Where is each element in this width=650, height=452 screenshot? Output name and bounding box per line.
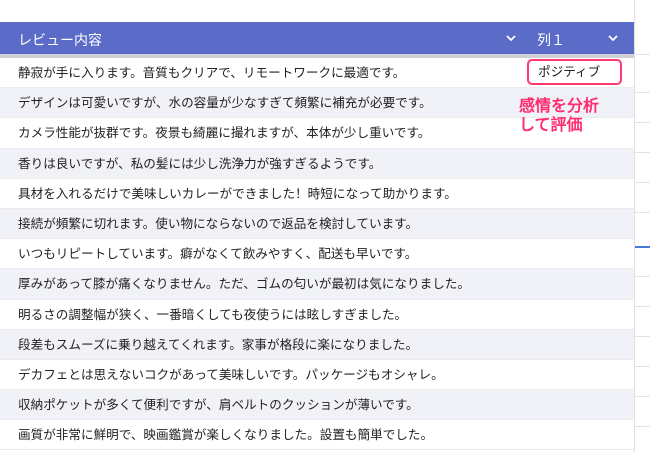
grid-line (635, 152, 650, 153)
review-cell[interactable]: 収納ポケットが多くて便利ですが、肩ベルトのクッションが薄いです。 (18, 390, 419, 420)
grid-line (635, 426, 650, 427)
review-cell[interactable]: 明るさの調整幅が狭く、一番暗くしても夜使うには眩しすぎました。 (18, 300, 407, 330)
table-row[interactable]: 香りは良いですが、私の髪には少し洗浄力が強すぎるようです。 (0, 148, 634, 179)
grid-line (635, 276, 650, 277)
review-cell[interactable]: カメラ性能が抜群です。夜景も綺麗に撮れますが、本体が少し重いです。 (18, 118, 430, 148)
table-row[interactable]: 収納ポケットが多くて便利ですが、肩ベルトのクッションが薄いです。 (0, 390, 634, 421)
review-cell[interactable]: 香りは良いですが、私の髪には少し洗浄力が強すぎるようです。 (18, 149, 381, 179)
grid-line (635, 122, 650, 123)
review-cell[interactable]: 段差もスムーズに乗り越えてくれます。家事が格段に楽になりました。 (18, 330, 418, 360)
grid-line (635, 336, 650, 337)
review-cell[interactable]: 接続が頻繁に切れます。使い物にならないので返品を検討しています。 (18, 209, 418, 239)
table-row[interactable]: 具材を入れるだけで美味しいカレーができました！時短になって助かります。 (0, 179, 634, 209)
review-cell[interactable]: 静寂が手に入ります。音質もクリアで、リモートワークに最適です。 (18, 58, 405, 88)
grid-line (635, 366, 650, 367)
table-row[interactable]: 画質が非常に鮮明で、映画鑑賞が楽しくなりました。設置も簡単でした。 (0, 420, 634, 451)
grid-line (635, 182, 650, 183)
table-row[interactable]: 段差もスムーズに乗り越えてくれます。家事が格段に楽になりました。 (0, 329, 634, 360)
grid-line (635, 396, 650, 397)
table-row[interactable]: デカフェとは思えないコクがあって美味しいです。パッケージもオシャレ。 (0, 360, 634, 391)
review-cell[interactable]: 画質が非常に鮮明で、映画鑑賞が楽しくなりました。設置も簡単でした。 (18, 420, 433, 450)
selection-indicator (635, 246, 650, 248)
spreadsheet: レビュー内容 列１ 静寂が手に入ります。音質もクリアで、リモートワークに最適です… (0, 0, 650, 452)
column-header-col1[interactable]: 列１ (537, 30, 565, 50)
grid-line (635, 54, 650, 55)
review-cell[interactable]: 厚みがあって膝が痛くなりません。ただ、ゴムの匂いが最初は気になりました。 (18, 269, 470, 299)
grid-line (635, 92, 650, 93)
review-cell[interactable]: デザインは可愛いですが、水の容量が少なすぎて頻繁に補充が必要です。 (18, 88, 432, 118)
table-row[interactable]: 明るさの調整幅が狭く、一番暗くしても夜使うには眩しすぎました。 (0, 300, 634, 330)
table-row[interactable]: 静寂が手に入ります。音質もクリアで、リモートワークに最適です。 ポジティブ (0, 58, 634, 89)
chevron-down-icon[interactable] (504, 31, 518, 45)
table-row[interactable]: いつもリピートしています。癖がなくて飲みやすく、配送も早いです。 (0, 239, 634, 270)
review-cell[interactable]: デカフェとは思えないコクがあって美味しいです。パッケージもオシャレ。 (18, 360, 444, 390)
sentiment-result-cell[interactable]: ポジティブ (527, 59, 622, 85)
table-row[interactable]: 接続が頻繁に切れます。使い物にならないので返品を検討しています。 (0, 208, 634, 240)
table-header: レビュー内容 列１ (0, 22, 634, 54)
grid-line (635, 212, 650, 213)
column-header-review[interactable]: レビュー内容 (18, 30, 102, 50)
annotation-line-1: 感情を分析 (519, 96, 600, 115)
grid-line (635, 306, 650, 307)
chevron-down-icon[interactable] (606, 31, 620, 45)
adjacent-grid-column (634, 0, 650, 452)
annotation-line-2: して評価 (519, 115, 583, 134)
annotation-callout: 感情を分析 して評価 (519, 96, 629, 134)
table-row[interactable]: 厚みがあって膝が痛くなりません。ただ、ゴムの匂いが最初は気になりました。 (0, 269, 634, 300)
review-cell[interactable]: いつもリピートしています。癖がなくて飲みやすく、配送も早いです。 (18, 239, 417, 269)
review-cell[interactable]: 具材を入れるだけで美味しいカレーができました！時短になって助かります。 (18, 179, 457, 209)
